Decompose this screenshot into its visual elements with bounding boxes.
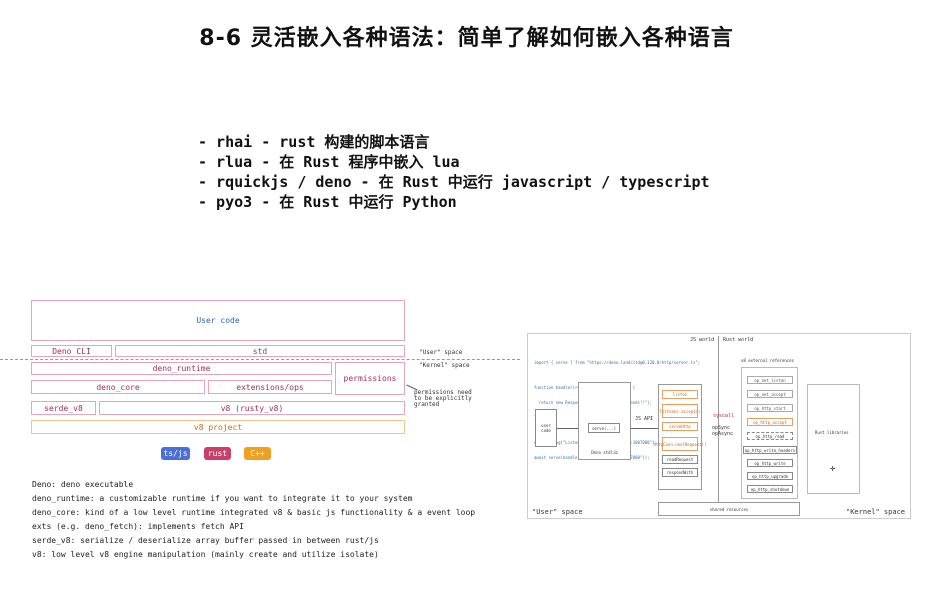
stdlib-to-ops-arrow xyxy=(631,428,659,429)
cursor-icon: ✛ xyxy=(830,464,836,474)
world-divider xyxy=(718,336,719,504)
deno-cli-box: Deno CLI xyxy=(31,345,112,357)
legend-cpp: C++ xyxy=(244,447,271,460)
rust-world-label: Rust world xyxy=(723,337,754,343)
slide-title: 8-6 灵活嵌入各种语法：简单了解如何嵌入各种语言 xyxy=(199,26,734,51)
desc-serde-v8: serde_v8: serialize / deserialize array … xyxy=(32,536,379,545)
serve-fn-node: serve(...) xyxy=(588,423,620,433)
bullet-rquickjs: - rquickjs / deno - 在 Rust 中运行 javascrip… xyxy=(198,173,710,191)
extensions-box: extensions/ops xyxy=(208,380,332,394)
user-space-label: "User" space xyxy=(419,349,463,356)
bullet-rhai: - rhai - rust 构建的脚本语言 xyxy=(198,133,430,151)
std-box: std xyxy=(115,345,405,357)
js-world-label: JS world xyxy=(690,337,715,343)
op-read-request: readRequest xyxy=(662,455,698,464)
ref-net-accept: op_net_accept xyxy=(747,390,793,398)
rd-kernel-space-label: "Kernel" space xyxy=(846,508,906,516)
ref-http-write: op_http_write xyxy=(747,459,793,467)
syscall-label: syscall xyxy=(713,413,735,419)
op-next-request: httpConn.nextRequest() xyxy=(654,437,707,451)
rust-libraries-group xyxy=(807,384,860,494)
ref-http-accept: op_http_accept xyxy=(747,418,793,426)
op-listen: listen xyxy=(662,390,698,399)
ref-http-write-headers: op_http_write_headers xyxy=(743,446,797,454)
op-async-label: opAsync xyxy=(712,431,734,437)
js-api-label: JS API xyxy=(635,416,654,422)
bullet-rlua: - rlua - 在 Rust 程序中嵌入 lua xyxy=(198,153,460,171)
permissions-note: permissions need to be explicitly grante… xyxy=(414,389,472,408)
serde-v8-box: serde_v8 xyxy=(31,401,96,415)
op-respond-with: respondWith xyxy=(662,468,698,477)
op-listener-accept: listener.accept() xyxy=(660,404,700,418)
ref-http-upgrade: op_http_upgrade xyxy=(747,472,793,480)
desc-deno: Deno: deno executable xyxy=(32,480,134,489)
desc-exts: exts (e.g. deno_fetch): implements fetch… xyxy=(32,522,244,531)
v8-refs-label: v8 external references xyxy=(741,358,794,363)
kernel-space-label: "Kernel" space xyxy=(419,362,470,369)
deno-runtime-box: deno_runtime xyxy=(31,362,332,375)
user-code-box: User code xyxy=(31,300,405,341)
shared-resources-box: shared resources xyxy=(658,502,800,516)
component-descriptions: Deno: deno executable deno_runtime: a cu… xyxy=(32,478,475,562)
ref-http-read: op_http_read xyxy=(747,432,793,440)
bullet-list: - rhai - rust 构建的脚本语言 - rlua - 在 Rust 程序… xyxy=(198,132,710,212)
ref-http-start: op_http_start xyxy=(747,404,793,412)
rd-user-space-label: "User" space xyxy=(532,508,583,516)
space-divider xyxy=(0,359,520,360)
deno-core-box: deno_core xyxy=(31,380,205,394)
desc-deno-core: deno_core: kind of a low level runtime i… xyxy=(32,508,476,517)
bullet-pyo3: - pyo3 - 在 Rust 中运行 Python xyxy=(198,193,457,211)
legend-ts-js: ts/js xyxy=(161,447,190,460)
v8-project-box: v8 project xyxy=(31,420,405,434)
deno-stdlib-node: Deno stdlib xyxy=(578,382,631,460)
ref-http-shutdown: op_http_shutdown xyxy=(747,485,793,493)
op-serve-http: serveHttp xyxy=(662,422,698,431)
desc-deno-runtime: deno_runtime: a customizable runtime if … xyxy=(32,494,413,503)
rust-libraries-label: Rust libraries xyxy=(815,430,849,435)
desc-v8: v8: low level v8 engine manipulation (ma… xyxy=(32,550,379,559)
user-code-node: user code xyxy=(535,409,557,447)
rusty-v8-box: v8 (rusty_v8) xyxy=(99,401,405,415)
runtime-flow-diagram: JS world Rust world import { serve } fro… xyxy=(527,333,911,519)
permissions-box: permissions xyxy=(335,362,405,395)
ref-net-listen: op_net_listen xyxy=(747,376,793,384)
legend-rust: rust xyxy=(204,447,231,460)
